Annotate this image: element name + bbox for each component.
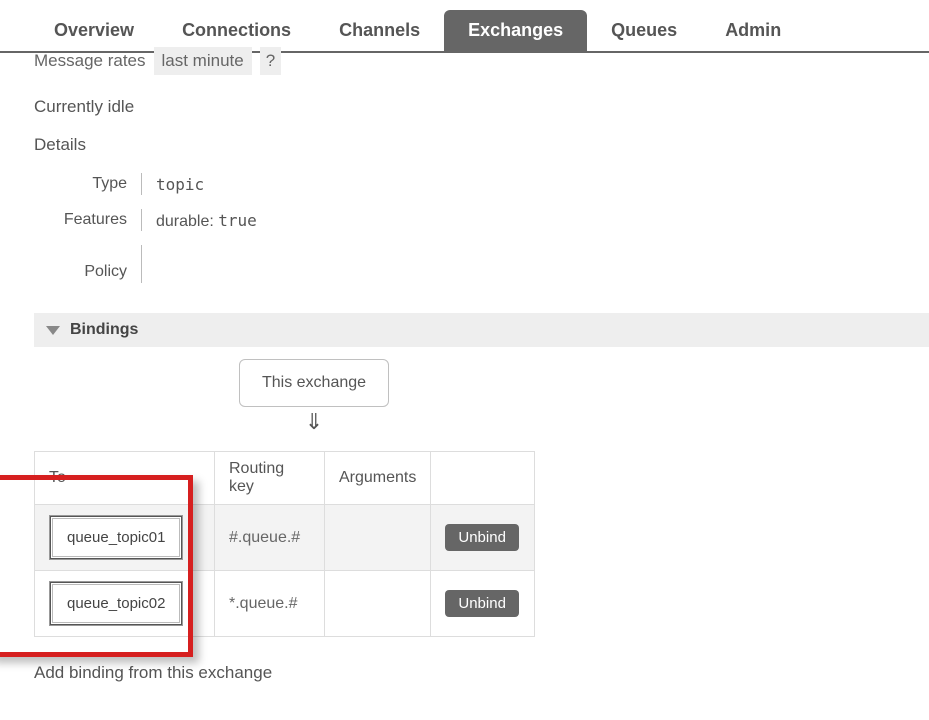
col-routing: Routing key bbox=[215, 452, 325, 505]
message-rates-label: Message rates bbox=[34, 51, 146, 71]
idle-text: Currently idle bbox=[34, 97, 929, 117]
message-rates-row: Message rates last minute ? bbox=[34, 47, 929, 75]
queue-name: queue_topic02 bbox=[52, 584, 180, 623]
table-row: queue_topic02 *.queue.# Unbind bbox=[35, 571, 535, 637]
tab-overview[interactable]: Overview bbox=[30, 10, 158, 51]
arguments bbox=[325, 505, 431, 571]
tab-channels[interactable]: Channels bbox=[315, 10, 444, 51]
add-binding-header: Add binding from this exchange bbox=[34, 663, 929, 683]
tab-admin[interactable]: Admin bbox=[701, 10, 805, 51]
bindings-section-header[interactable]: Bindings bbox=[34, 313, 929, 347]
unbind-button[interactable]: Unbind bbox=[445, 524, 519, 551]
message-rates-help[interactable]: ? bbox=[260, 47, 281, 75]
bindings-table: To Routing key Arguments queue_topic01 #… bbox=[34, 451, 535, 637]
chevron-down-icon bbox=[46, 326, 60, 335]
tabs-bar: Overview Connections Channels Exchanges … bbox=[0, 0, 929, 53]
tab-queues[interactable]: Queues bbox=[587, 10, 701, 51]
detail-type-label: Type bbox=[34, 173, 142, 195]
detail-features-value: true bbox=[218, 211, 257, 230]
col-action bbox=[431, 452, 535, 505]
col-to: To bbox=[35, 452, 215, 505]
queue-link[interactable]: queue_topic02 bbox=[49, 581, 183, 626]
detail-features-label: Features bbox=[34, 209, 142, 231]
details-header: Details bbox=[34, 135, 929, 155]
bindings-title: Bindings bbox=[70, 321, 138, 339]
routing-key: #.queue.# bbox=[215, 505, 325, 571]
downward-arrow-icon: ⇓ bbox=[34, 409, 594, 435]
table-row: queue_topic01 #.queue.# Unbind bbox=[35, 505, 535, 571]
detail-policy-value bbox=[142, 245, 156, 249]
details-table: Type topic Features durable: true Policy bbox=[34, 173, 929, 293]
detail-type-value: topic bbox=[142, 173, 204, 196]
detail-policy-label: Policy bbox=[34, 245, 142, 283]
col-args: Arguments bbox=[325, 452, 431, 505]
tab-connections[interactable]: Connections bbox=[158, 10, 315, 51]
queue-name: queue_topic01 bbox=[52, 518, 180, 557]
unbind-button[interactable]: Unbind bbox=[445, 590, 519, 617]
this-exchange-wrap: This exchange bbox=[34, 359, 594, 407]
arguments bbox=[325, 571, 431, 637]
detail-features-key: durable: bbox=[156, 213, 214, 230]
this-exchange-box: This exchange bbox=[239, 359, 389, 407]
queue-link[interactable]: queue_topic01 bbox=[49, 515, 183, 560]
detail-features: durable: true bbox=[142, 209, 257, 233]
tab-exchanges[interactable]: Exchanges bbox=[444, 10, 587, 51]
message-rates-select[interactable]: last minute bbox=[154, 47, 252, 75]
routing-key: *.queue.# bbox=[215, 571, 325, 637]
